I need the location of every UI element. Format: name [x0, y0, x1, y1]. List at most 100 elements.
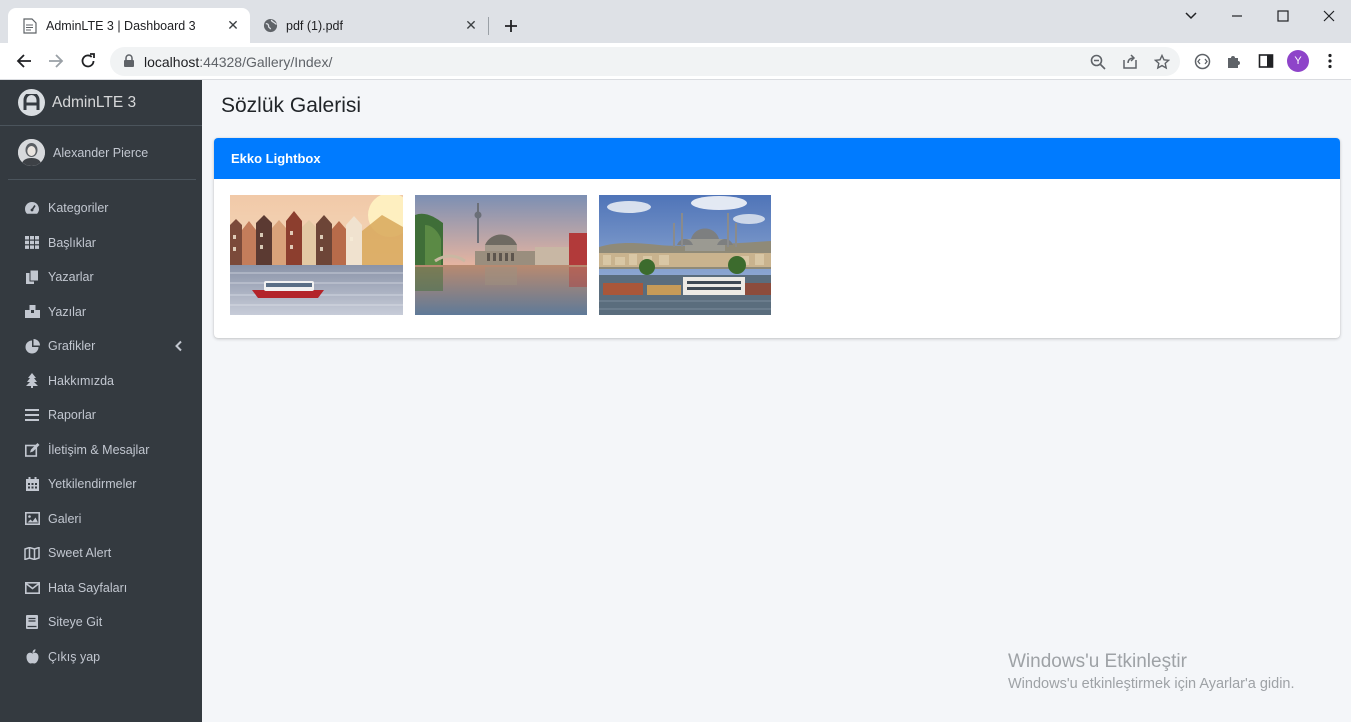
brand-link[interactable]: AdminLTE 3 — [0, 80, 202, 126]
sidebar-item-label: Grafikler — [48, 339, 96, 354]
maximize-button[interactable] — [1268, 4, 1298, 28]
sidebar-item-label: Hata Sayfaları — [48, 580, 128, 595]
address-bar[interactable]: localhost:44328/Gallery/Index/ — [110, 47, 1180, 76]
sidebar-item-iletisim[interactable]: İletişim & Mesajlar — [8, 433, 196, 468]
side-panel-button[interactable] — [1254, 49, 1278, 73]
arrow-left-icon — [16, 54, 31, 68]
map-icon — [24, 545, 40, 561]
close-icon — [1323, 10, 1335, 22]
sidebar-nav: Kategoriler Başlıklar Yazarlar Yazılar G… — [8, 191, 196, 674]
plus-icon — [505, 20, 517, 32]
gallery-image-berlin[interactable] — [415, 195, 587, 315]
menu-button[interactable] — [1318, 49, 1342, 73]
avatar — [18, 139, 45, 166]
sidebar-item-yazarlar[interactable]: Yazarlar — [8, 260, 196, 295]
brand-text: AdminLTE 3 — [52, 93, 137, 111]
tab-search-button[interactable] — [1176, 4, 1206, 28]
sidebar-item-kategoriler[interactable]: Kategoriler — [8, 191, 196, 226]
minimize-icon — [1232, 15, 1242, 17]
user-name: Alexander Pierce — [53, 145, 149, 160]
sidebar-item-basliklar[interactable]: Başlıklar — [8, 226, 196, 261]
box-icon — [24, 304, 40, 320]
sidebar-item-label: Yazarlar — [48, 270, 94, 285]
edit-icon — [24, 442, 40, 458]
profile-avatar[interactable]: Y — [1287, 50, 1309, 72]
apple-icon — [24, 649, 40, 665]
windows-activation-title: Windows'u Etkinleştir — [1008, 651, 1187, 672]
sidebar-item-siteye-git[interactable]: Siteye Git — [8, 605, 196, 640]
maximize-icon — [1277, 10, 1289, 22]
forward-button[interactable] — [44, 49, 68, 73]
sidebar-item-label: Siteye Git — [48, 615, 103, 630]
back-button[interactable] — [12, 49, 36, 73]
reload-button[interactable] — [76, 49, 100, 73]
arrow-right-icon — [49, 54, 64, 68]
sidebar-item-label: Raporlar — [48, 408, 96, 423]
extension-button[interactable] — [1190, 49, 1214, 73]
close-icon[interactable]: ✕ — [224, 17, 242, 35]
sidebar-item-label: Sweet Alert — [48, 546, 112, 561]
tree-icon — [24, 373, 40, 389]
grid-icon — [24, 235, 40, 251]
tab-dashboard[interactable]: AdminLTE 3 | Dashboard 3 ✕ — [8, 8, 250, 43]
sidebar-item-yetkilendirmeler[interactable]: Yetkilendirmeler — [8, 467, 196, 502]
calendar-icon — [24, 476, 40, 492]
sidebar-item-label: Kategoriler — [48, 201, 109, 216]
tab-title: AdminLTE 3 | Dashboard 3 — [46, 18, 196, 33]
new-tab-button[interactable] — [499, 14, 523, 38]
chevron-left-icon — [175, 340, 182, 352]
copy-icon — [24, 269, 40, 285]
sidebar-item-hakkimizda[interactable]: Hakkımızda — [8, 364, 196, 399]
share-icon[interactable] — [1120, 52, 1140, 72]
card-title: Ekko Lightbox — [231, 151, 321, 166]
extensions-button[interactable] — [1222, 49, 1246, 73]
kebab-menu-icon — [1328, 53, 1332, 69]
minimize-button[interactable] — [1222, 4, 1252, 28]
sidebar-item-label: İletişim & Mesajlar — [48, 442, 150, 457]
close-icon[interactable]: ✕ — [462, 17, 480, 35]
sidebar-item-hata-sayfalari[interactable]: Hata Sayfaları — [8, 571, 196, 606]
card-header: Ekko Lightbox — [214, 138, 1340, 179]
tachometer-icon — [24, 200, 40, 216]
document-icon — [22, 17, 38, 34]
tab-title: pdf (1).pdf — [286, 18, 343, 33]
code-circle-icon — [1194, 53, 1210, 69]
envelope-icon — [24, 580, 40, 596]
url-text: localhost:44328/Gallery/Index/ — [144, 54, 333, 70]
browser-toolbar: localhost:44328/Gallery/Index/ Y — [0, 43, 1351, 80]
sidebar-item-yazilar[interactable]: Yazılar — [8, 295, 196, 330]
pie-chart-icon — [24, 338, 40, 354]
star-icon[interactable] — [1152, 52, 1172, 72]
page-title: Sözlük Galerisi — [221, 94, 362, 117]
sidebar-item-galeri[interactable]: Galeri — [8, 502, 196, 537]
sidebar-item-sweet-alert[interactable]: Sweet Alert — [8, 536, 196, 571]
gallery-image-amsterdam[interactable] — [230, 195, 403, 315]
globe-icon — [262, 18, 278, 34]
reload-icon — [81, 53, 95, 68]
sidebar-item-label: Başlıklar — [48, 235, 96, 250]
gallery-image-istanbul[interactable] — [599, 195, 771, 315]
sidebar-item-cikis-yap[interactable]: Çıkış yap — [8, 640, 196, 675]
sidebar-item-label: Yetkilendirmeler — [48, 477, 137, 492]
puzzle-icon — [1228, 56, 1240, 68]
tab-separator — [488, 17, 489, 35]
adminlte-logo-icon — [18, 89, 45, 116]
sidebar-item-raporlar[interactable]: Raporlar — [8, 398, 196, 433]
main-sidebar: AdminLTE 3 Alexander Pierce Kategoriler … — [0, 80, 202, 722]
windows-activation-subtitle: Windows'u etkinleştirmek için Ayarlar'a … — [1008, 676, 1295, 692]
tab-pdf[interactable]: pdf (1).pdf ✕ — [252, 8, 488, 43]
browser-tab-strip: AdminLTE 3 | Dashboard 3 ✕ pdf (1).pdf ✕ — [0, 0, 1351, 43]
sidebar-item-label: Çıkış yap — [48, 649, 101, 664]
sidebar-item-label: Hakkımızda — [48, 373, 114, 388]
gallery-card: Ekko Lightbox — [214, 138, 1340, 338]
image-icon — [24, 511, 40, 527]
bars-icon — [24, 407, 40, 423]
zoom-icon[interactable] — [1088, 52, 1108, 72]
user-panel[interactable]: Alexander Pierce — [8, 126, 196, 180]
lock-icon — [124, 54, 134, 67]
chevron-down-icon — [1185, 12, 1197, 20]
sidebar-item-label: Galeri — [48, 511, 82, 526]
sidebar-item-grafikler[interactable]: Grafikler — [8, 329, 196, 364]
sidebar-item-label: Yazılar — [48, 304, 86, 319]
close-window-button[interactable] — [1314, 4, 1344, 28]
